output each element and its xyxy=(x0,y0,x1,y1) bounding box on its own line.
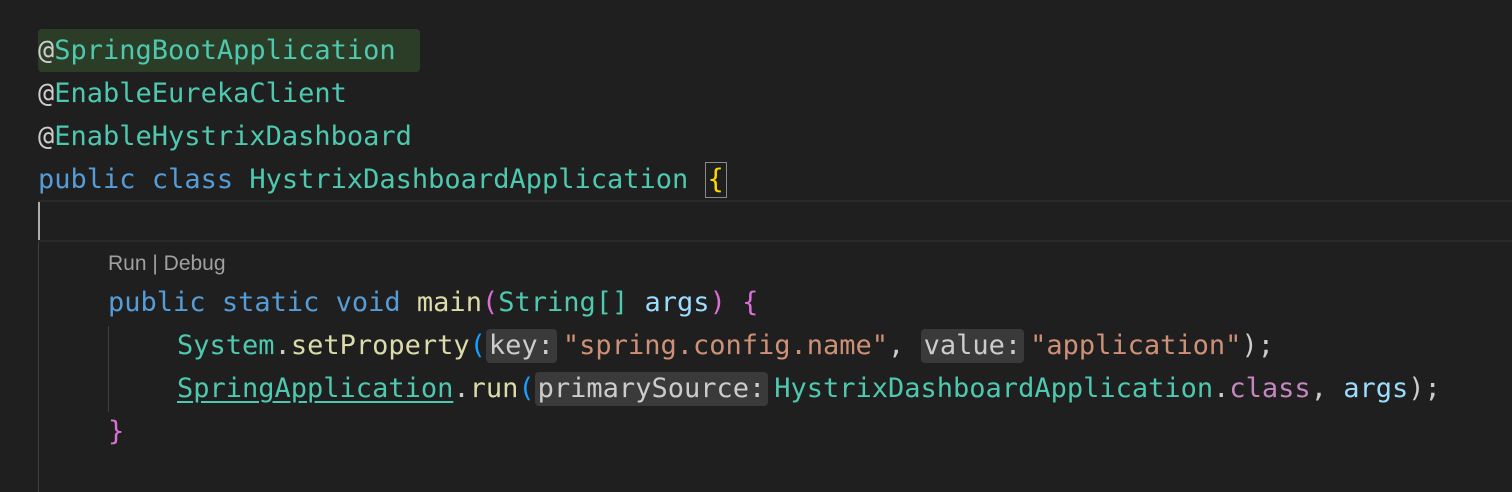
comma: , xyxy=(888,330,905,361)
code-line-set-property[interactable]: System.setProperty(key: "spring.config.na… xyxy=(177,324,1274,367)
receiver-spring-application[interactable]: SpringApplication xyxy=(177,373,453,404)
statement-end: ); xyxy=(1241,330,1274,361)
indent-guide xyxy=(108,326,109,412)
inlay-hint-key: key: xyxy=(485,329,557,363)
code-line-annotation-1[interactable]: @SpringBootApplication xyxy=(38,29,396,72)
annotation-at: @ xyxy=(38,35,55,66)
statement-end: ); xyxy=(1408,373,1441,404)
param-type: String[] xyxy=(498,287,629,318)
inlay-hint-primary-source: primarySource: xyxy=(534,372,769,406)
code-line-class-declaration[interactable]: public class HystrixDashboardApplication… xyxy=(38,158,727,201)
annotation-at: @ xyxy=(38,78,55,109)
arg-args: args xyxy=(1343,373,1409,404)
code-editor[interactable]: @SpringBootApplication @EnableEurekaClie… xyxy=(0,0,1512,492)
string-application: "application" xyxy=(1030,330,1242,361)
code-line-method-close[interactable]: } xyxy=(108,410,124,453)
param-name: args xyxy=(644,287,710,318)
class-name: HystrixDashboardApplication xyxy=(249,164,689,195)
keyword-void: void xyxy=(335,287,401,318)
method-set-property: setProperty xyxy=(290,330,470,361)
inlay-hint-value: value: xyxy=(920,329,1025,363)
method-close-brace: } xyxy=(108,416,125,447)
keyword-public: public xyxy=(108,287,206,318)
code-line-spring-run[interactable]: SpringApplication.run(primarySource: Hyst… xyxy=(177,367,1441,410)
codelens-separator: | xyxy=(146,252,164,275)
code-line-main-declaration[interactable]: public static void main(String[] args) { xyxy=(108,281,758,324)
paren-close: ) xyxy=(709,287,726,318)
annotation-name: EnableHystrixDashboard xyxy=(54,121,412,152)
keyword-class: class xyxy=(151,164,234,195)
method-name: main xyxy=(416,287,482,318)
indent-guide xyxy=(38,200,39,492)
annotation-at: @ xyxy=(38,121,55,152)
text-cursor xyxy=(38,202,40,240)
arg-class-type: HystrixDashboardApplication xyxy=(774,373,1214,404)
code-line-annotation-2[interactable]: @EnableEurekaClient xyxy=(38,72,347,115)
keyword-class-literal: class xyxy=(1229,373,1311,404)
annotation-name: SpringBootApplication xyxy=(54,35,396,66)
dot: . xyxy=(274,330,291,361)
string-config-name: "spring.config.name" xyxy=(562,330,889,361)
paren-open: ( xyxy=(481,287,499,318)
class-open-brace: { xyxy=(704,162,727,198)
code-line-annotation-3[interactable]: @EnableHystrixDashboard xyxy=(38,115,412,158)
keyword-public: public xyxy=(38,164,136,195)
method-open-brace: { xyxy=(742,287,759,318)
method-run: run xyxy=(469,373,519,404)
codelens: Run | Debug xyxy=(108,252,226,276)
comma: , xyxy=(1310,373,1327,404)
annotation-name: EnableEurekaClient xyxy=(54,78,347,109)
receiver-system: System xyxy=(177,330,275,361)
paren-open: ( xyxy=(469,330,486,361)
codelens-debug-link[interactable]: Debug xyxy=(164,252,226,275)
paren-open: ( xyxy=(518,373,535,404)
keyword-static: static xyxy=(221,287,320,318)
dot: . xyxy=(453,373,470,404)
dot: . xyxy=(1213,373,1230,404)
current-line-highlight xyxy=(38,200,1512,242)
codelens-run-link[interactable]: Run xyxy=(108,252,147,275)
